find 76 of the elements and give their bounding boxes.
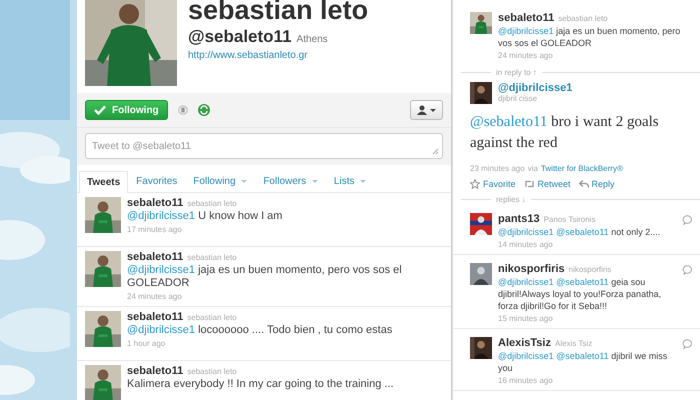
username[interactable]: sebaleto11 <box>498 12 554 24</box>
tab[interactable]: Followers <box>255 171 326 192</box>
timestamp[interactable]: 24 minutes ago <box>127 292 443 301</box>
reply-link[interactable]: Reply <box>578 179 615 189</box>
username[interactable]: sebaleto11 <box>127 251 184 263</box>
timestamp[interactable]: 1 hour ago <box>127 339 443 348</box>
full-name: sebastian leto <box>187 367 237 376</box>
timestamp[interactable]: 16 minutes ago <box>498 376 676 385</box>
favorite-link[interactable]: Favorite <box>470 179 516 189</box>
mention-link[interactable]: @sebaleto11 <box>556 277 609 287</box>
tweet-text: @djibrilcisse1 @sebaleto11 geia sou djibril!Always loyal to you!Forza panatha, forza djibril!Go for it Seba!!! <box>498 276 662 312</box>
device-icon[interactable] <box>178 105 188 115</box>
retweet-link[interactable]: Retweet <box>524 179 571 189</box>
following-button[interactable]: Following <box>85 100 168 120</box>
speech-bubble-icon[interactable] <box>682 215 692 225</box>
profile-location: Athens <box>296 34 328 45</box>
mention-link[interactable]: @sebaleto11 <box>556 227 609 237</box>
mention-link[interactable]: @djibrilcisse1 <box>498 277 554 287</box>
username[interactable]: AlexisTsiz <box>498 337 551 349</box>
tweet-text: @sebaleto11 bro i want 2 goals against the red <box>470 113 660 153</box>
timestamp[interactable]: 24 minutes ago <box>498 51 690 60</box>
tab[interactable]: Favorites <box>128 171 186 192</box>
timestamp[interactable]: 14 minutes ago <box>498 240 676 249</box>
reply-icon <box>578 180 589 188</box>
via-label: via <box>528 164 538 173</box>
username[interactable]: sebaleto11 <box>127 197 184 209</box>
user-menu-button[interactable] <box>410 100 443 120</box>
retweets-icon[interactable] <box>198 104 210 116</box>
full-name: sebastian leto <box>187 199 237 208</box>
resize-grip-icon <box>432 148 439 155</box>
profile-handle: @sebaleto11 <box>188 27 292 47</box>
speech-bubble-icon[interactable] <box>682 339 692 349</box>
tweet-text: @djibrilcisse1 locoooooo .... Todo bien , tu como estas <box>127 324 394 337</box>
username[interactable]: sebaleto11 <box>127 365 184 377</box>
username[interactable]: nikosporfiris <box>498 263 565 275</box>
tweet-text: @djibrilcisse1 jaja es un buen momento, pero vos sos el GOLEADOR <box>127 264 403 290</box>
timestamp[interactable]: 15 minutes ago <box>498 314 676 323</box>
full-name: sebastian leto <box>558 14 608 23</box>
mention-link[interactable]: @djibrilcisse1 <box>498 351 554 361</box>
username[interactable]: pants13 <box>498 213 540 225</box>
tweet-text: @djibrilcisse1 @sebaleto11 djibril we miss you <box>498 350 668 374</box>
full-name: Alexis Tsiz <box>555 339 592 348</box>
tweet-text: @djibrilcisse1 U know how I am <box>127 210 284 223</box>
tweet-field[interactable]: Tweet to @sebaleto11 <box>85 133 443 159</box>
speech-bubble-icon[interactable] <box>682 265 692 275</box>
in-reply-to-label[interactable]: in reply to ↑ <box>496 68 537 76</box>
star-icon <box>470 179 480 189</box>
tab[interactable]: Lists <box>326 171 374 192</box>
mention-link[interactable]: @djibrilcisse1 <box>127 324 196 336</box>
tweet-text: @djibrilcisse1 @sebaleto11 not only 2.... <box>498 226 662 238</box>
mention-link[interactable]: @sebaleto11 <box>556 351 609 361</box>
person-icon <box>417 105 427 115</box>
full-name: sebastian leto <box>187 253 237 262</box>
website-link[interactable]: http://www.sebastianleto.gr <box>188 50 368 61</box>
username[interactable]: sebaleto11 <box>127 311 184 323</box>
retweet-icon <box>524 180 535 188</box>
tab[interactable]: Tweets <box>79 171 128 193</box>
tweet-text: Kalimera everybody !! In my car going to the training ... <box>127 378 395 391</box>
mention-link[interactable]: @djibrilcisse1 <box>127 210 196 222</box>
mention-link[interactable]: @djibrilcisse1 <box>498 227 554 237</box>
timestamp[interactable]: 23 minutes ago <box>470 164 525 173</box>
source-link[interactable]: Twitter for BlackBerry® <box>540 164 623 173</box>
mention-link[interactable]: @djibrilcisse1 <box>498 26 554 36</box>
replies-label: replies ↓ <box>496 194 526 204</box>
full-name: nikosporfiris <box>568 265 612 274</box>
caret-icon <box>430 108 436 112</box>
mention-link[interactable]: @sebaleto11 <box>470 114 548 130</box>
tab[interactable]: Following <box>185 171 256 192</box>
full-name: Panos Tsironis <box>544 215 596 224</box>
timestamp[interactable]: 17 minutes ago <box>127 225 443 234</box>
username[interactable]: @djibrilcisse1 <box>498 82 572 94</box>
mention-link[interactable]: @djibrilcisse1 <box>127 264 196 276</box>
full-name: sebastian leto <box>187 313 237 322</box>
check-icon <box>94 105 106 115</box>
tweet-text: @djibrilcisse1 jaja es un buen momento, pero vos sos el GOLEADOR <box>498 25 682 49</box>
full-name: djibril cisse <box>498 94 538 103</box>
